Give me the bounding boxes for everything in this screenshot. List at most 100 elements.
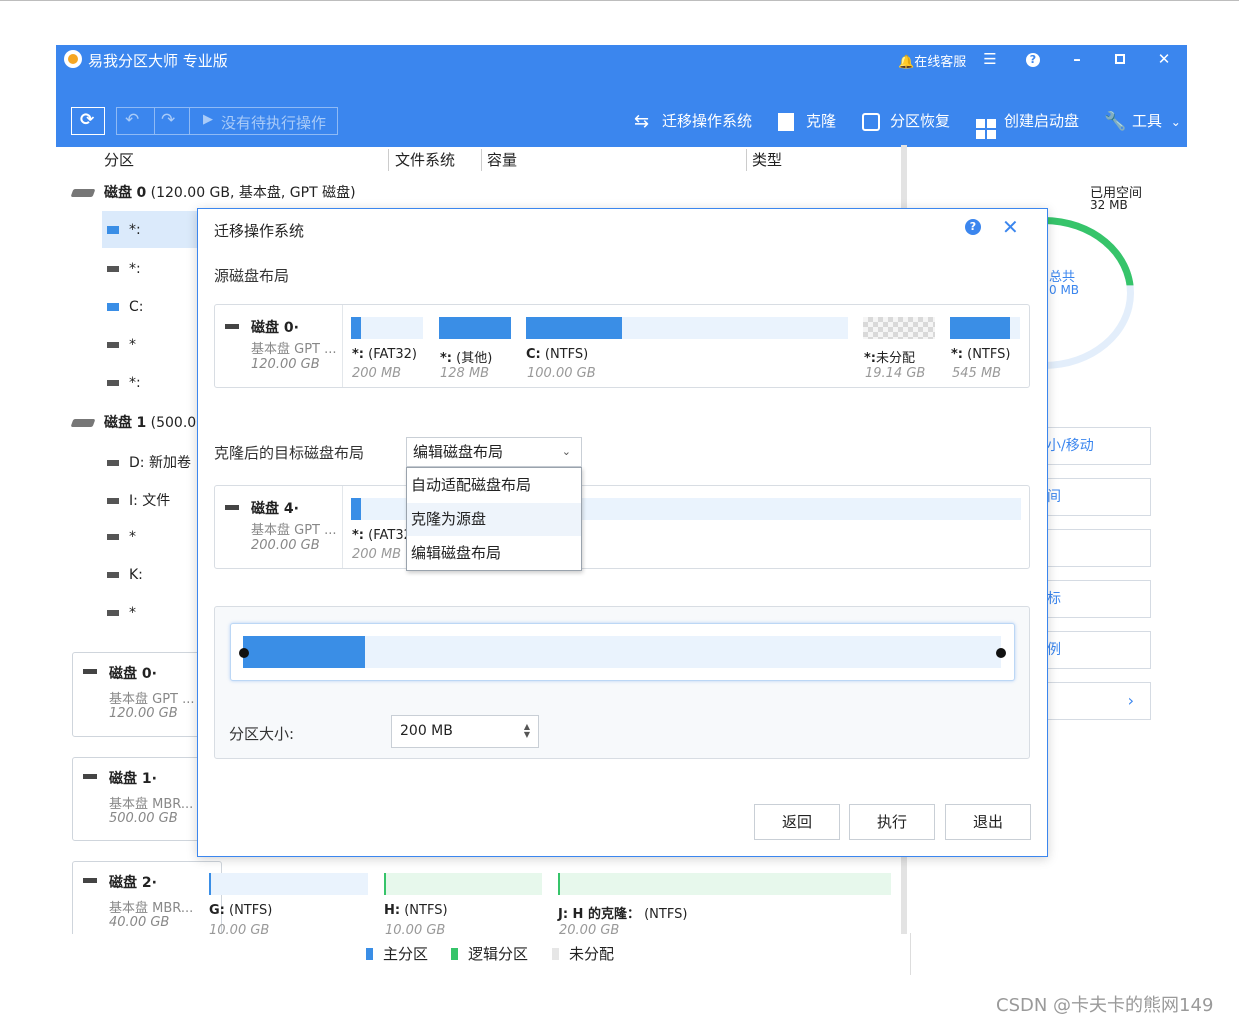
partition-bar-j[interactable]: [558, 873, 891, 895]
source-partition-label: *: (其他): [440, 351, 493, 366]
column-type[interactable]: 类型: [752, 149, 782, 170]
exit-button[interactable]: 退出: [945, 804, 1031, 840]
migrate-os-button[interactable]: ⇆ 迁移操作系统: [634, 109, 752, 133]
source-partition-label: C: (NTFS): [526, 347, 589, 362]
tree-partition[interactable]: *: [107, 337, 136, 353]
tree-partition[interactable]: *: [107, 529, 136, 545]
panel-button-5[interactable]: 例: [1046, 631, 1151, 669]
source-partition-size: 200 MB: [352, 366, 402, 381]
partition-bar-h[interactable]: [384, 873, 542, 895]
disk-icon: [225, 505, 239, 510]
play-icon: ▶: [203, 112, 213, 127]
tree-partition[interactable]: D: 新加卷: [107, 452, 191, 472]
partition-icon: [107, 534, 119, 540]
minimize-icon[interactable]: –: [1067, 49, 1087, 69]
windows-icon: [976, 111, 998, 139]
panel-more-button[interactable]: ›: [1046, 682, 1151, 720]
tools-button[interactable]: 🔧 工具 ⌄: [1104, 109, 1181, 133]
source-partition-size: 19.14 GB: [865, 366, 926, 381]
option-auto-fit[interactable]: 自动适配磁盘布局: [407, 469, 581, 502]
source-partition-size: 128 MB: [440, 366, 490, 381]
used-space-value: 32 MB: [1090, 198, 1128, 212]
partition-icon: [107, 380, 119, 386]
refresh-icon: ⟳: [80, 110, 95, 130]
disk-icon: [83, 774, 97, 779]
execute-button[interactable]: 执行: [849, 804, 935, 840]
partition-icon: [107, 460, 119, 466]
partition-size-j: 20.00 GB: [559, 923, 620, 934]
partition-icon: [107, 498, 119, 504]
target-layout-label: 克隆后的目标磁盘布局: [214, 444, 365, 462]
panel-button-2[interactable]: 间: [1046, 478, 1151, 516]
partition-icon: [107, 610, 119, 616]
help-icon[interactable]: ?: [965, 219, 981, 235]
target-partition-size: 200 MB: [352, 547, 402, 562]
tree-partition[interactable]: K:: [107, 567, 143, 583]
source-partition-label: *:未分配: [864, 351, 916, 366]
back-button[interactable]: 返回: [754, 804, 840, 840]
online-service-button[interactable]: 🔔在线客服: [898, 51, 966, 70]
partition-label-g: G: (NTFS): [209, 903, 273, 918]
option-clone-as-source[interactable]: 克隆为源盘: [407, 503, 581, 536]
close-icon[interactable]: ✕: [1002, 215, 1019, 239]
partition-recovery-button[interactable]: 分区恢复: [862, 109, 950, 133]
maximize-icon[interactable]: [1110, 49, 1130, 69]
close-icon[interactable]: ✕: [1154, 49, 1174, 69]
source-partition-bar[interactable]: [950, 317, 1020, 339]
column-capacity[interactable]: 容量: [487, 149, 517, 170]
column-partition[interactable]: 分区: [104, 149, 134, 170]
app-title: 易我分区大师 专业版: [88, 52, 228, 70]
panel-button-4[interactable]: 标: [1046, 580, 1151, 618]
option-edit-layout[interactable]: 编辑磁盘布局: [407, 537, 581, 570]
partition-size-input[interactable]: 200 MB ▲ ▼: [391, 715, 539, 748]
partition-resize-panel: 分区大小: 200 MB ▲ ▼: [214, 606, 1030, 759]
refresh-button[interactable]: ⟳: [71, 107, 105, 135]
app-logo-icon: [64, 50, 82, 68]
disk-icon: [83, 878, 97, 883]
source-partition-bar[interactable]: [351, 317, 423, 339]
tree-partition[interactable]: I: 文件: [107, 490, 170, 510]
source-partition-label: *: (FAT32): [352, 347, 417, 362]
create-bootable-button[interactable]: 创建启动盘: [976, 109, 1079, 139]
undo-icon[interactable]: ↶: [125, 110, 139, 130]
dialog-title: 迁移操作系统: [214, 222, 305, 240]
no-pending-label: 没有待执行操作: [221, 114, 327, 132]
tree-partition[interactable]: *: [107, 605, 136, 621]
partition-size-h: 10.00 GB: [385, 923, 446, 934]
tree-partition[interactable]: C:: [107, 299, 144, 315]
disk-icon: [83, 669, 97, 674]
disk-card-2[interactable]: 磁盘 2· 基本盘 MBR... 40.00 GB: [72, 861, 222, 934]
source-partition-bar[interactable]: [439, 317, 511, 339]
source-unallocated-bar[interactable]: [863, 317, 935, 339]
source-layout-label: 源磁盘布局: [214, 267, 290, 285]
column-filesystem[interactable]: 文件系统: [395, 149, 455, 170]
wrench-icon: 🔧: [1104, 110, 1127, 132]
partition-label-h: H: (NTFS): [384, 903, 448, 918]
legend-logical: 逻辑分区: [451, 943, 528, 964]
legend-unallocated: 未分配: [552, 943, 614, 964]
resize-track[interactable]: [230, 623, 1015, 681]
partition-bar-g[interactable]: [209, 873, 368, 895]
source-disk-layout: 磁盘 0· 基本盘 GPT ... 120.00 GB *: (FAT32) 2…: [214, 304, 1030, 388]
bell-icon: 🔔: [898, 55, 915, 70]
tree-disk0[interactable]: 磁盘 0 (120.00 GB, 基本盘, GPT 磁盘): [70, 182, 356, 202]
tree-disk1[interactable]: 磁盘 1 (500.0: [70, 412, 196, 432]
resize-right-handle[interactable]: [996, 648, 1006, 658]
help-icon[interactable]: ?: [1023, 49, 1043, 69]
disk-icon: [70, 189, 96, 197]
migrate-icon: ⇆: [634, 110, 650, 132]
target-partition-label: *: (FAT32: [352, 528, 412, 543]
redo-icon[interactable]: ↷: [161, 110, 175, 130]
chevron-down-icon: ⌄: [561, 445, 571, 458]
clone-button[interactable]: 克隆: [778, 109, 836, 133]
tree-partition[interactable]: *:: [107, 261, 141, 277]
source-partition-bar[interactable]: [526, 317, 848, 339]
tree-partition[interactable]: *:: [107, 222, 141, 238]
stepper-icon[interactable]: ▲ ▼: [524, 723, 530, 739]
layout-mode-select[interactable]: 编辑磁盘布局 ⌄: [406, 437, 582, 467]
panel-button-3[interactable]: [1046, 529, 1151, 567]
menu-icon[interactable]: ☰: [980, 49, 1000, 69]
resize-left-handle[interactable]: [239, 648, 249, 658]
tree-partition[interactable]: *:: [107, 375, 141, 391]
resize-move-button[interactable]: 小/移动: [1046, 427, 1151, 465]
